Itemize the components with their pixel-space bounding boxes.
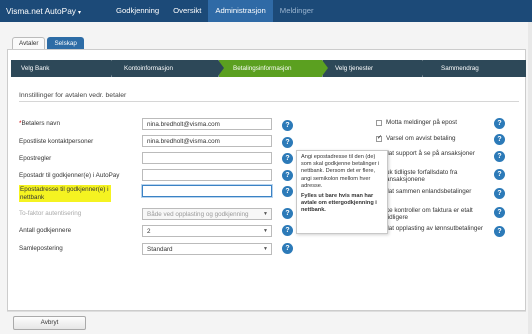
help-icon[interactable]: ? — [282, 225, 293, 236]
betalers-navn-text: Betalers navn — [21, 120, 60, 127]
wizard-step-kontoinformasjon[interactable]: Kontoinformasjon — [111, 60, 224, 77]
chevron-down-icon: ▼ — [263, 228, 268, 234]
epostadr-nettbank-input[interactable] — [142, 185, 272, 197]
help-icon[interactable]: ? — [494, 151, 505, 162]
antall-godkjennere-value: 2 — [147, 228, 151, 235]
tooltip-bold-text: Fylles ut bare hvis man har avtale om et… — [301, 193, 377, 214]
help-icon[interactable]: ? — [282, 208, 293, 219]
chevron-down-icon: ▼ — [263, 211, 268, 217]
chevron-down-icon: ▾ — [77, 10, 81, 16]
tofaktor-value: Både ved opplasting og godkjenning — [147, 211, 249, 218]
help-icon[interactable]: ? — [494, 118, 505, 129]
app-window: Visma.net AutoPay ▾ Godkjenning Oversikt … — [0, 0, 532, 334]
betalers-navn-input[interactable]: nina.bredholt@visma.com — [142, 118, 272, 130]
wizard-step-velg-tjenester[interactable]: Velg tjenester — [322, 60, 428, 77]
help-icon[interactable]: ? — [282, 120, 293, 131]
tab-bar: Avtaler Selskap — [12, 37, 84, 49]
faktura-kontroll-option-label: ke kontroller om faktura er etalt tidlig… — [386, 207, 473, 221]
brand-label: Visma.net AutoPay — [6, 6, 76, 16]
nav-oversikt[interactable]: Oversikt — [166, 0, 208, 22]
nav-meldinger[interactable]: Meldinger — [273, 0, 321, 22]
wizard-step-betalingsinformasjon[interactable]: Betalingsinformasjon — [218, 60, 328, 77]
tooltip-text: Angi epostadresse til den (de) som skal … — [301, 154, 380, 189]
betalers-navn-label: *Betalers navn — [19, 120, 125, 127]
motta-meldinger-label: Motta meldinger på epost — [386, 119, 458, 126]
help-icon[interactable]: ? — [282, 153, 293, 164]
help-icon[interactable]: ? — [494, 169, 505, 180]
chevron-down-icon: ▼ — [263, 246, 268, 252]
motta-meldinger-checkbox[interactable] — [376, 120, 382, 126]
epostliste-label: Epostliste kontaktpersoner — [19, 138, 94, 145]
section-divider — [19, 101, 519, 102]
antall-godkjennere-label: Antall godkjennere — [19, 227, 72, 234]
varsel-avvist-checkbox[interactable] — [376, 134, 382, 142]
top-navigation: Visma.net AutoPay ▾ Godkjenning Oversikt … — [0, 0, 532, 22]
epostregler-input[interactable] — [142, 152, 272, 164]
help-icon[interactable]: ? — [282, 170, 293, 181]
scrollbar[interactable] — [528, 22, 532, 334]
tofaktor-label: To-faktor autentisering — [19, 210, 82, 217]
tab-selskap[interactable]: Selskap — [47, 37, 84, 49]
nav-godkjenning[interactable]: Godkjenning — [109, 0, 166, 22]
help-icon[interactable]: ? — [494, 207, 505, 218]
wizard-steps: Velg Bank Kontoinformasjon Betalingsinfo… — [11, 60, 526, 77]
help-icon[interactable]: ? — [494, 134, 505, 145]
epostliste-input[interactable]: nina.bredholt@visma.com — [142, 135, 272, 147]
support-option-label: llat support å se på ansaksjoner — [386, 150, 475, 157]
antall-godkjennere-select[interactable]: 2 ▼ — [142, 225, 272, 237]
wizard-step-sammendrag[interactable]: Sammendrag — [422, 60, 526, 77]
help-icon[interactable]: ? — [282, 243, 293, 254]
utenlandsbetalinger-option-label: llat sammen enlandsbetalinger — [386, 188, 472, 195]
epostadr-autopay-label: Epostadr til godkjenner(e) i AutoPay — [19, 172, 120, 179]
brand-menu[interactable]: Visma.net AutoPay ▾ — [0, 0, 109, 22]
help-icon[interactable]: ? — [282, 137, 293, 148]
samlepostering-value: Standard — [147, 246, 173, 253]
forfallsdato-option-label: uk tidligste forfallsdato fra ansaksjone… — [386, 169, 458, 183]
wizard-step-velg-bank[interactable]: Velg Bank — [11, 60, 117, 77]
samlepostering-label: Samlepostering — [19, 245, 63, 252]
lonnsutbetalinger-option-label: llat opplasting av lønnsutbetalinger — [386, 225, 483, 232]
cancel-button[interactable]: Avbryt — [13, 316, 86, 330]
nav-administrasjon[interactable]: Administrasjon — [208, 0, 273, 22]
help-tooltip: Angi epostadresse til den (de) som skal … — [296, 150, 388, 234]
help-icon[interactable]: ? — [282, 186, 293, 197]
epostadr-nettbank-label: Epostadresse til godkjenner(e) i nettban… — [19, 185, 111, 202]
epostadr-autopay-input[interactable] — [142, 169, 272, 181]
varsel-avvist-label: Varsel om avvist betaling — [386, 135, 456, 142]
help-icon[interactable]: ? — [494, 226, 505, 237]
section-title: Innstillinger for avtalen vedr. betaler — [19, 92, 127, 99]
tab-avtaler[interactable]: Avtaler — [12, 37, 46, 49]
epostregler-label: Epostregler — [19, 155, 52, 162]
tofaktor-select: Både ved opplasting og godkjenning ▼ — [142, 208, 272, 220]
samlepostering-select[interactable]: Standard ▼ — [142, 243, 272, 255]
help-icon[interactable]: ? — [494, 188, 505, 199]
